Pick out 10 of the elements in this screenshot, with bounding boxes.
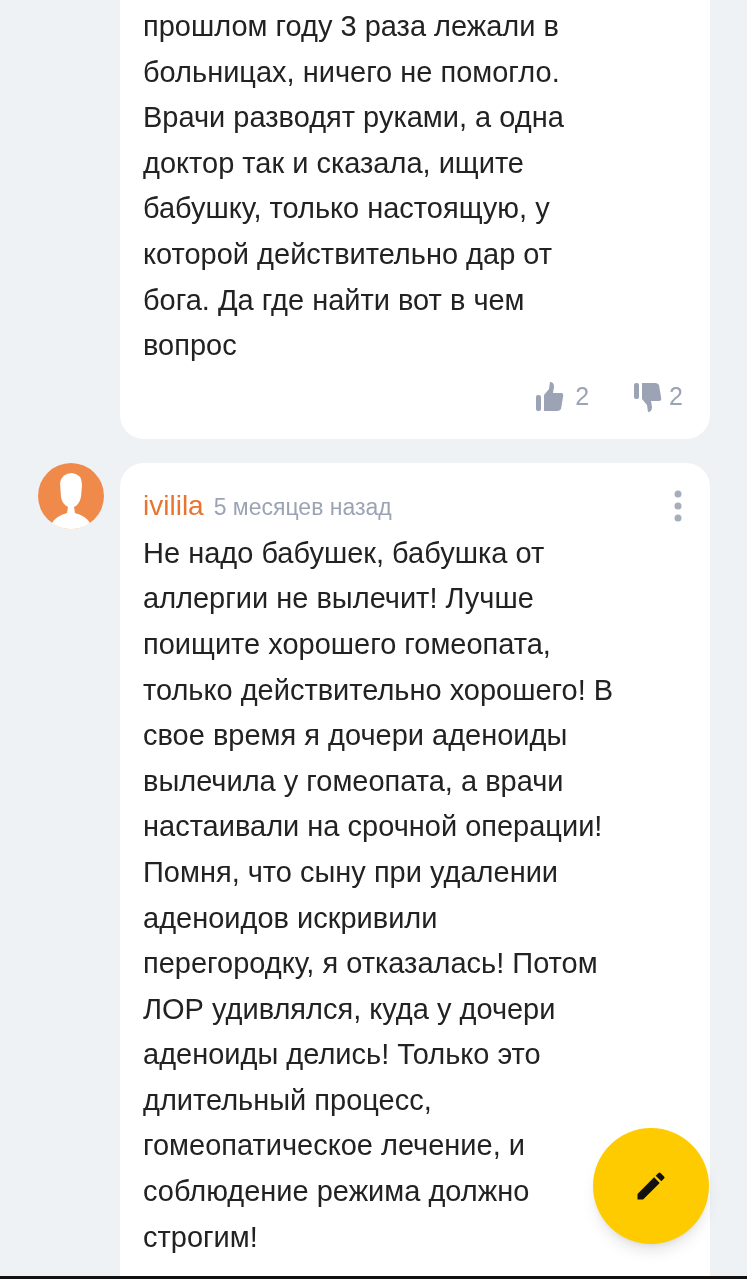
like-button[interactable]: 2: [535, 378, 590, 416]
thumbs-down-icon: [633, 380, 664, 413]
avatar-icon[interactable]: [38, 462, 104, 529]
comment-text: прошлом году 3 раза лежали в больницах, ничего не помогло. Врачи разводят руками, а одна доктор так и сказала, ищите бабушку, только настоящую, у которой действительно дар от бога. Да где найти вот в чем вопрос: [143, 9, 565, 364]
thumbs-up-icon: [535, 380, 566, 413]
comment-time: 5 месяцев назад: [213, 492, 392, 522]
comment-text: Не надо бабушек, бабушка от аллергии не вылечит! Лучше поищите хорошего гомеопата, только действительно хорошего! В свое время я дочери аденоиды вылечила у гомеопата, а врачи настаивали на срочной операции! Помня, что сыну при удалении аденоидов искривили перегородку, я отказалась! Потом ЛОР удивлялся, куда у дочери аденоиды делись! Только это длительный процесс, гомеопатическое лечение, и соблюдение режима должно строгим!: [143, 535, 614, 1255]
more-icon[interactable]: [674, 489, 682, 522]
dislike-button[interactable]: 2: [633, 378, 683, 416]
author-name[interactable]: ivilila: [143, 484, 204, 527]
